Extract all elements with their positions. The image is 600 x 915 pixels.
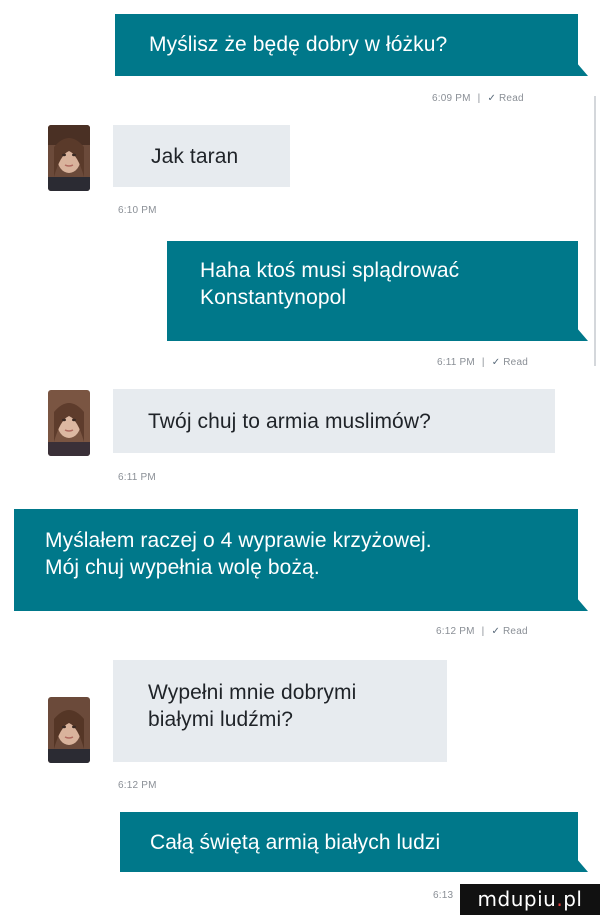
- message-text-line: Wypełni mnie dobrymi: [148, 681, 357, 704]
- message-time: 6:13: [433, 890, 454, 901]
- incoming-message-bubble[interactable]: Wypełni mnie dobrymi białymi ludźmi?: [113, 660, 447, 762]
- outgoing-message-bubble[interactable]: Całą świętą armią białych ludzi: [120, 812, 588, 872]
- message-time: 6:11 PM: [437, 357, 475, 368]
- message-text: Całą świętą armią białych ludzi: [150, 831, 441, 854]
- outgoing-message-bubble[interactable]: Haha ktoś musi splądrować Konstantynopol: [167, 241, 588, 341]
- message-text-line: Haha ktoś musi splądrować: [200, 259, 460, 282]
- incoming-message-bubble[interactable]: Jak taran: [113, 125, 290, 187]
- incoming-message-bubble[interactable]: Twój chuj to armia muslimów?: [113, 389, 555, 453]
- read-status: Read: [499, 93, 524, 104]
- watermark-logo: mdupiu.pl: [460, 884, 600, 915]
- message-text: Jak taran: [151, 145, 239, 168]
- outgoing-message-bubble[interactable]: Myślałem raczej o 4 wyprawie krzyżowej. …: [14, 509, 588, 611]
- message-meta: 6:09 PM | ✓ Read: [432, 93, 524, 104]
- read-status: Read: [503, 626, 528, 637]
- contact-avatar[interactable]: [48, 390, 90, 456]
- checkmark-icon: ✓: [491, 357, 501, 368]
- message-time: 6:12 PM: [436, 626, 475, 637]
- watermark-tld: pl: [563, 887, 583, 911]
- message-meta: 6:12 PM | ✓ Read: [436, 626, 528, 637]
- message-text-line: Mój chuj wypełnia wolę bożą.: [45, 556, 320, 579]
- message-time: 6:11 PM: [118, 472, 156, 483]
- contact-avatar[interactable]: [48, 697, 90, 763]
- checkmark-icon: ✓: [487, 93, 497, 104]
- message-text: Twój chuj to armia muslimów?: [148, 410, 431, 433]
- outgoing-message-bubble[interactable]: Myślisz że będę dobry w łóżku?: [115, 14, 588, 76]
- message-meta: 6:11 PM | ✓ Read: [437, 357, 528, 368]
- read-status: Read: [503, 357, 528, 368]
- message-time: 6:09 PM: [432, 93, 471, 104]
- message-text-line: Konstantynopol: [200, 286, 347, 309]
- message-time: 6:10 PM: [118, 205, 157, 216]
- contact-avatar[interactable]: [48, 125, 90, 191]
- message-text-line: białymi ludźmi?: [148, 708, 294, 731]
- checkmark-icon: ✓: [491, 626, 501, 637]
- message-text: Myślisz że będę dobry w łóżku?: [149, 33, 448, 56]
- message-text-line: Myślałem raczej o 4 wyprawie krzyżowej.: [45, 529, 432, 552]
- message-time: 6:12 PM: [118, 780, 157, 791]
- scrollbar[interactable]: [594, 96, 596, 366]
- watermark-text: mdupiu: [477, 887, 557, 911]
